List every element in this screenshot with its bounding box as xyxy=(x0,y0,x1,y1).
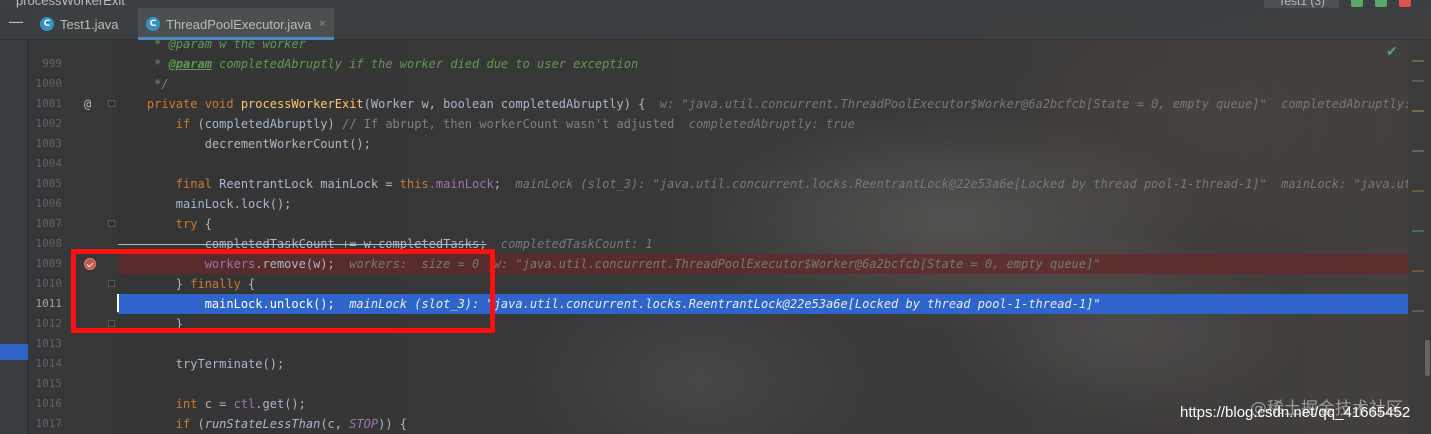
line-number: 1008 xyxy=(35,237,63,250)
current-frame-marker xyxy=(0,344,28,360)
code-line-1002: if (completedAbruptly) // If abrupt, the… xyxy=(118,117,855,131)
error-stripe[interactable] xyxy=(1408,40,1431,434)
line-number: 1010 xyxy=(35,277,63,290)
stripe-marker[interactable] xyxy=(1412,190,1424,192)
debug-inline-value: completedAbruptly: true xyxy=(674,117,855,131)
line-number: 1000 xyxy=(35,77,63,90)
tab-label: Test1.java xyxy=(60,16,119,32)
line-number: 1002 xyxy=(35,117,63,130)
window-title: processWorkerExit xyxy=(16,0,125,8)
line-number: 1013 xyxy=(35,337,63,350)
line-number: 1017 xyxy=(35,417,63,430)
stripe-marker[interactable] xyxy=(1412,150,1424,152)
line-number: 1005 xyxy=(35,177,63,190)
code-editor[interactable]: * @param w the worker * @param completed… xyxy=(118,37,1408,434)
line-number: 1016 xyxy=(35,397,63,410)
line-number: 999 xyxy=(42,57,62,70)
highlight-annotation-box xyxy=(71,249,495,333)
inspection-ok-icon[interactable]: ✔ xyxy=(1386,44,1398,60)
editor-gutter: 999 1000 1001 1002 1003 1004 1005 1006 1… xyxy=(28,40,118,434)
java-class-icon: C xyxy=(146,17,160,31)
line-number-current: 1011 xyxy=(35,297,63,310)
stripe-marker[interactable] xyxy=(1412,80,1424,82)
override-icon[interactable]: @ xyxy=(84,94,91,114)
code-line-1006: mainLock.lock(); xyxy=(118,197,292,211)
line-number: 1007 xyxy=(35,217,63,230)
code-line-1005: final ReentrantLock mainLock = this.main… xyxy=(118,174,1408,194)
line-number: 1006 xyxy=(35,197,63,210)
scrollbar-thumb[interactable] xyxy=(1425,340,1430,376)
debug-inline-value: w: "java.util.concurrent.ThreadPoolExecu… xyxy=(645,97,1408,111)
collapse-icon[interactable]: — xyxy=(8,12,24,31)
java-class-icon: C xyxy=(40,17,54,31)
tab-test1-java[interactable]: C Test1.java xyxy=(32,8,127,40)
debug-icon[interactable] xyxy=(1375,0,1387,7)
debug-inline-value: completedTaskCount: 1 xyxy=(486,237,653,251)
stripe-marker[interactable] xyxy=(1412,310,1424,312)
title-bar: processWorkerExit Test1 (3) xyxy=(0,0,1431,8)
blog-url-watermark: https://blog.csdn.net/qq_41665452 xyxy=(1180,404,1411,421)
code-line-1000: */ xyxy=(118,77,169,91)
line-number: 1014 xyxy=(35,357,63,370)
run-configuration-select[interactable]: Test1 (3) xyxy=(1264,0,1339,8)
code-line-1003: decrementWorkerCount(); xyxy=(118,137,371,151)
code-line-999: * @param completedAbruptly if the worker… xyxy=(118,57,639,71)
tab-label: ThreadPoolExecutor.java xyxy=(166,16,312,32)
stripe-marker[interactable] xyxy=(1412,110,1424,112)
line-number: 1012 xyxy=(35,317,63,330)
fold-icon[interactable] xyxy=(108,220,115,227)
line-number: 1015 xyxy=(35,377,63,390)
code-line-998: * @param w the worker xyxy=(118,37,306,51)
stop-icon[interactable] xyxy=(1399,0,1411,7)
left-tool-strip xyxy=(0,40,28,434)
close-icon[interactable]: × xyxy=(319,18,325,30)
fold-icon[interactable] xyxy=(108,100,115,107)
code-line-1007: try { xyxy=(118,217,212,231)
line-number: 1001 xyxy=(35,97,63,110)
debug-inline-value: mainLock (slot_3): "java.util.concurrent… xyxy=(500,177,1408,191)
stripe-marker[interactable] xyxy=(1412,230,1424,232)
stripe-marker[interactable] xyxy=(1412,60,1424,62)
line-number: 1003 xyxy=(35,137,63,150)
line-number: 1004 xyxy=(35,157,63,170)
code-line-1001: private void processWorkerExit(Worker w,… xyxy=(118,94,1408,114)
line-number: 1009 xyxy=(35,257,63,270)
run-toolbar: Test1 (3) xyxy=(1264,0,1411,8)
code-line-1014: tryTerminate(); xyxy=(118,357,285,371)
run-icon[interactable] xyxy=(1351,0,1363,7)
stripe-marker[interactable] xyxy=(1412,270,1424,272)
